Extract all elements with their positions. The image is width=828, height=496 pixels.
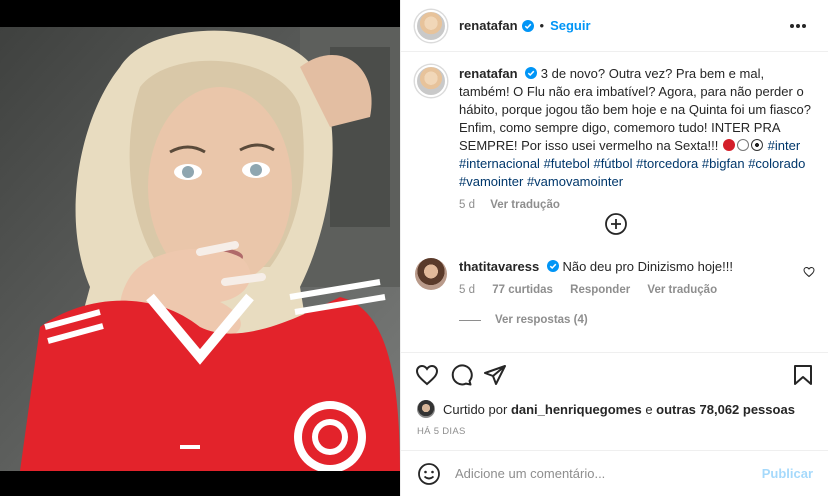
caption-meta: 5 d Ver tradução: [459, 199, 815, 211]
view-replies-label: Ver respostas (4): [495, 314, 588, 326]
caption-see-translation[interactable]: Ver tradução: [490, 199, 560, 211]
hashtag-link[interactable]: #torcedora: [636, 156, 698, 171]
share-paper-plane-icon[interactable]: [483, 363, 507, 387]
author-username[interactable]: renatafan: [459, 18, 518, 33]
save-bookmark-icon[interactable]: [791, 363, 815, 387]
verified-icon: [525, 67, 538, 79]
header-separator: •: [539, 18, 545, 33]
comment-see-translation[interactable]: Ver tradução: [647, 284, 717, 296]
comments-scroll-area[interactable]: renatafan 3 de novo? Outra vez? Pra bem …: [401, 53, 828, 353]
verified-icon: [521, 19, 534, 32]
load-more-comments-icon[interactable]: [604, 212, 628, 236]
add-comment-bar: Publicar: [401, 450, 828, 496]
verified-icon: [546, 260, 559, 272]
comment-time: 5 d: [459, 284, 475, 296]
caption: renatafan 3 de novo? Outra vez? Pra bem …: [415, 65, 815, 211]
comment-likes[interactable]: 77 curtidas: [492, 284, 553, 296]
caption-time: 5 d: [459, 199, 475, 211]
red-circle-emoji-icon: [723, 139, 736, 151]
author-avatar[interactable]: [415, 9, 447, 42]
white-circle-emoji-icon: [737, 139, 750, 151]
soccer-ball-emoji-icon: [751, 139, 764, 151]
publish-comment-button[interactable]: Publicar: [762, 466, 813, 481]
emoji-picker-icon[interactable]: [417, 462, 441, 486]
hashtag-link[interactable]: #fútbol: [593, 156, 632, 171]
more-options-icon[interactable]: [789, 18, 813, 34]
liked-by-others[interactable]: outras 78,062 pessoas: [656, 402, 795, 417]
post-actions-bar: [401, 352, 828, 396]
hashtag-link[interactable]: #inter: [768, 138, 801, 153]
comment-bubble-icon[interactable]: [449, 363, 473, 387]
post-timestamp[interactable]: HÁ 5 DIAS: [417, 426, 466, 437]
post-details-panel: renatafan • Seguir renatafan 3 de novo? …: [400, 0, 828, 496]
comment-like-heart-icon[interactable]: [803, 266, 815, 278]
comment-text: Não deu pro Dinizismo hoje!!!: [562, 259, 733, 274]
hashtag-link[interactable]: #vamovamointer: [527, 174, 623, 189]
like-heart-icon[interactable]: [415, 363, 439, 387]
hashtag-link[interactable]: #colorado: [748, 156, 805, 171]
likes-summary: Curtido por dani_henriquegomes e outras …: [417, 400, 795, 418]
hashtag-link[interactable]: #vamointer: [459, 174, 523, 189]
hashtag-link[interactable]: #internacional: [459, 156, 540, 171]
caption-avatar[interactable]: [415, 65, 447, 97]
caption-text-block: renatafan 3 de novo? Outra vez? Pra bem …: [459, 65, 815, 191]
comment-text-block: thatitavaress Não deu pro Dinizismo hoje…: [459, 258, 815, 276]
liked-by-connector: e: [645, 401, 653, 417]
caption-username[interactable]: renatafan: [459, 66, 518, 81]
hashtag-link[interactable]: #bigfan: [702, 156, 745, 171]
commenter-username[interactable]: thatitavaress: [459, 259, 539, 274]
replies-divider: [459, 319, 481, 321]
post-header: renatafan • Seguir: [401, 0, 828, 52]
hashtag-link[interactable]: #futebol: [544, 156, 590, 171]
photo-illustration: [0, 27, 400, 471]
reply-button[interactable]: Responder: [570, 284, 630, 296]
add-comment-input[interactable]: [455, 466, 762, 481]
post-modal: renatafan • Seguir renatafan 3 de novo? …: [0, 0, 828, 496]
post-image[interactable]: [0, 27, 400, 471]
liked-by-prefix: Curtido por: [443, 401, 508, 417]
follow-button[interactable]: Seguir: [550, 18, 590, 33]
view-replies-button[interactable]: Ver respostas (4): [459, 314, 588, 326]
liked-by-user[interactable]: dani_henriquegomes: [511, 402, 642, 417]
comment-item: thatitavaress Não deu pro Dinizismo hoje…: [415, 258, 815, 296]
commenter-avatar[interactable]: [415, 258, 447, 290]
liker-avatar[interactable]: [417, 400, 435, 418]
comment-meta: 5 d 77 curtidas Responder Ver tradução: [459, 284, 815, 296]
